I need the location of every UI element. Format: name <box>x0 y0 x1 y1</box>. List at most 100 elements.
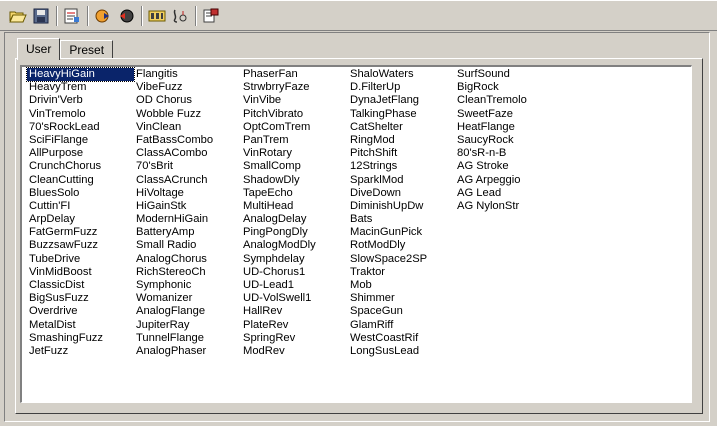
patch-list-item[interactable]: BigSusFuzz <box>27 292 134 305</box>
patch-list[interactable]: HeavyHiGain HeavyTrem Drivin'Verb VinTremol… <box>20 65 692 403</box>
send-icon[interactable] <box>93 6 113 26</box>
save-disk-icon[interactable] <box>31 6 51 26</box>
patch-list-item[interactable]: Traktor <box>348 266 455 279</box>
tab-user[interactable]: User <box>17 38 61 60</box>
patch-list-item[interactable]: VinVibe <box>241 94 348 107</box>
patch-list-item[interactable]: PitchVibrato <box>241 108 348 121</box>
patch-list-item[interactable]: SpringRev <box>241 332 348 345</box>
patch-list-item[interactable]: AnalogFlange <box>134 305 241 318</box>
patch-list-item[interactable]: Overdrive <box>27 305 134 318</box>
patch-list-item[interactable]: CleanTremolo <box>455 94 562 107</box>
patch-list-item[interactable]: BuzzsawFuzz <box>27 239 134 252</box>
patch-list-item[interactable]: Womanizer <box>134 292 241 305</box>
patch-list-item[interactable]: DiveDown <box>348 187 455 200</box>
patch-list-item[interactable]: HeatFlange <box>455 121 562 134</box>
patch-list-item[interactable]: SmashingFuzz <box>27 332 134 345</box>
patch-list-item[interactable]: VinClean <box>134 121 241 134</box>
patch-list-item[interactable]: Bats <box>348 213 455 226</box>
patch-list-item[interactable]: ShaloWaters <box>348 68 455 81</box>
patch-list-item[interactable]: DynaJetFlang <box>348 94 455 107</box>
patch-list-item[interactable]: BigRock <box>455 81 562 94</box>
open-folder-icon[interactable] <box>8 6 28 26</box>
patch-list-item[interactable]: ClassicDist <box>27 279 134 292</box>
edit-patch-icon[interactable] <box>62 6 82 26</box>
patch-list-item[interactable]: HiGainStk <box>134 200 241 213</box>
patch-list-item[interactable]: TalkingPhase <box>348 108 455 121</box>
patch-list-item[interactable]: CrunchChorus <box>27 160 134 173</box>
patch-list-item[interactable]: Small Radio <box>134 239 241 252</box>
patch-list-item[interactable]: AG Arpeggio <box>455 174 562 187</box>
patch-list-item[interactable]: AnalogPhaser <box>134 345 241 358</box>
patch-list-item[interactable]: SciFiFlange <box>27 134 134 147</box>
patch-list-item[interactable]: Mob <box>348 279 455 292</box>
patch-list-item[interactable]: DiminishUpDw <box>348 200 455 213</box>
patch-list-item[interactable]: MultiHead <box>241 200 348 213</box>
patch-list-item[interactable]: VinTremolo <box>27 108 134 121</box>
patch-list-item[interactable]: MacinGunPick <box>348 226 455 239</box>
patch-list-item[interactable]: Drivin'Verb <box>27 94 134 107</box>
patch-list-item[interactable]: SpaceGun <box>348 305 455 318</box>
patch-list-item[interactable]: UD-Lead1 <box>241 279 348 292</box>
patch-list-item[interactable]: D.FilterUp <box>348 81 455 94</box>
patch-list-item[interactable]: UD-VolSwell1 <box>241 292 348 305</box>
patch-list-item[interactable]: PitchShift <box>348 147 455 160</box>
patch-list-item[interactable]: ClassACrunch <box>134 174 241 187</box>
patch-list-item[interactable]: Symphdelay <box>241 253 348 266</box>
patch-list-item[interactable]: AG Stroke <box>455 160 562 173</box>
patch-list-item[interactable]: PlateRev <box>241 319 348 332</box>
properties-icon[interactable] <box>201 6 221 26</box>
patch-list-item[interactable]: BluesSolo <box>27 187 134 200</box>
patch-list-item[interactable]: Flangitis <box>134 68 241 81</box>
patch-list-item[interactable]: RingMod <box>348 134 455 147</box>
patch-list-item[interactable]: HallRev <box>241 305 348 318</box>
patch-list-item[interactable]: WestCoastRif <box>348 332 455 345</box>
patch-list-item[interactable]: 70'sBrit <box>134 160 241 173</box>
patch-list-item[interactable]: StrwbrryFaze <box>241 81 348 94</box>
patch-list-item[interactable]: SmallComp <box>241 160 348 173</box>
patch-list-item[interactable]: MetalDist <box>27 319 134 332</box>
patch-list-item[interactable]: VibeFuzz <box>134 81 241 94</box>
patch-list-item[interactable]: Cuttin'FI <box>27 200 134 213</box>
patch-list-item[interactable]: RichStereoCh <box>134 266 241 279</box>
patch-list-item[interactable]: PingPongDly <box>241 226 348 239</box>
patch-list-item[interactable]: CleanCutting <box>27 174 134 187</box>
patch-list-item[interactable]: Wobble Fuzz <box>134 108 241 121</box>
patch-list-item[interactable]: PanTrem <box>241 134 348 147</box>
patch-list-item[interactable]: 80'sR-n-B <box>455 147 562 160</box>
patch-list-item[interactable]: FatGermFuzz <box>27 226 134 239</box>
patch-list-item[interactable]: 12Strings <box>348 160 455 173</box>
patch-list-item[interactable]: LongSusLead <box>348 345 455 358</box>
patch-list-item[interactable]: AllPurpose <box>27 147 134 160</box>
patch-list-item[interactable]: AnalogDelay <box>241 213 348 226</box>
patch-list-item[interactable]: JupiterRay <box>134 319 241 332</box>
patch-list-item[interactable]: Symphonic <box>134 279 241 292</box>
patch-list-item[interactable]: SurfSound <box>455 68 562 81</box>
patch-list-item[interactable]: HeavyTrem <box>27 81 134 94</box>
patch-list-item[interactable]: BatteryAmp <box>134 226 241 239</box>
patch-list-item[interactable]: PhaserFan <box>241 68 348 81</box>
patch-list-item[interactable]: TubeDrive <box>27 253 134 266</box>
patch-list-item[interactable]: 70'sRockLead <box>27 121 134 134</box>
patch-list-item[interactable]: AG NylonStr <box>455 200 562 213</box>
patch-list-item[interactable]: ModernHiGain <box>134 213 241 226</box>
patch-list-item[interactable]: CatShelter <box>348 121 455 134</box>
patch-list-item[interactable]: AG Lead <box>455 187 562 200</box>
patch-list-item[interactable]: TapeEcho <box>241 187 348 200</box>
patch-list-item[interactable]: SlowSpace2SP <box>348 253 455 266</box>
compare-icon[interactable] <box>147 6 167 26</box>
patch-list-item[interactable]: HiVoltage <box>134 187 241 200</box>
patch-list-item[interactable]: Shimmer <box>348 292 455 305</box>
tuner-icon[interactable] <box>170 6 190 26</box>
patch-list-item[interactable]: HeavyHiGain <box>26 66 135 83</box>
patch-list-item[interactable]: ClassACombo <box>134 147 241 160</box>
patch-list-item[interactable]: OD Chorus <box>134 94 241 107</box>
patch-list-item[interactable]: AnalogModDly <box>241 239 348 252</box>
patch-list-item[interactable]: UD-Chorus1 <box>241 266 348 279</box>
tab-preset[interactable]: Preset <box>60 40 114 59</box>
patch-list-item[interactable]: SparklMod <box>348 174 455 187</box>
receive-icon[interactable] <box>116 6 136 26</box>
patch-list-item[interactable]: TunnelFlange <box>134 332 241 345</box>
patch-list-item[interactable]: VinMidBoost <box>27 266 134 279</box>
patch-list-item[interactable]: VinRotary <box>241 147 348 160</box>
patch-list-item[interactable]: ModRev <box>241 345 348 358</box>
